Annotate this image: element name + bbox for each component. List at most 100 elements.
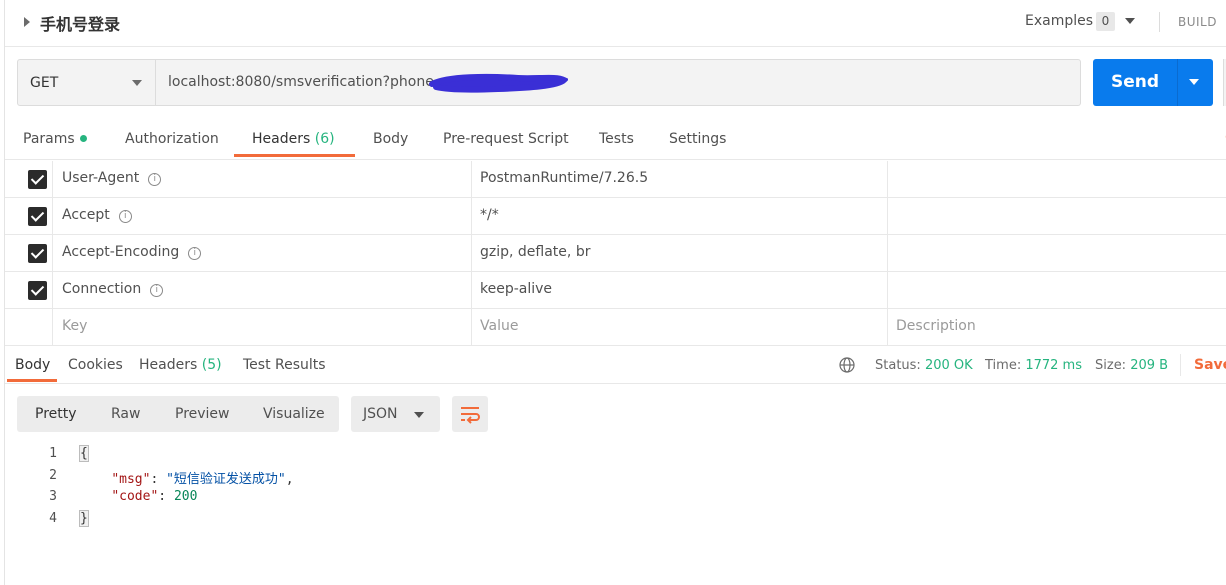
examples-dropdown-icon[interactable]: [1125, 18, 1135, 24]
json-separator: :: [150, 471, 167, 487]
chevron-down-icon: [132, 80, 142, 86]
checkbox-cell: [5, 198, 53, 235]
send-button[interactable]: Send: [1093, 59, 1213, 106]
info-icon[interactable]: i: [148, 173, 162, 186]
header-key[interactable]: Connection i: [62, 281, 164, 297]
send-dropdown-icon[interactable]: [1189, 79, 1199, 85]
response-tab-headers-label: Headers: [139, 357, 198, 373]
request-tabs: Params Authorization Headers (6) Body Pr…: [5, 120, 1226, 160]
response-tab-test-results[interactable]: Test Results: [243, 357, 326, 373]
size-value: 209 B: [1130, 358, 1169, 373]
view-visualize[interactable]: Visualize: [263, 406, 325, 422]
header-value[interactable]: gzip, deflate, br: [480, 244, 590, 260]
size-indicator[interactable]: Size: 209 B: [1095, 358, 1168, 373]
divider: [471, 272, 472, 309]
table-row: Connection i keep-alive: [5, 272, 1226, 309]
info-icon[interactable]: i: [188, 247, 202, 260]
code-text: }: [79, 509, 89, 527]
header-checkbox[interactable]: [28, 244, 47, 263]
response-tab-cookies[interactable]: Cookies: [68, 357, 123, 373]
tab-settings[interactable]: Settings: [669, 131, 726, 147]
tab-headers-label: Headers: [252, 131, 311, 147]
chevron-down-icon: [414, 412, 424, 418]
tab-prerequest-script[interactable]: Pre-request Script: [443, 131, 569, 147]
header-checkbox[interactable]: [28, 170, 47, 189]
examples-count-badge: 0: [1096, 12, 1115, 31]
header-key[interactable]: User-Agent i: [62, 170, 162, 186]
time-label: Time:: [985, 358, 1022, 373]
divider: [887, 198, 888, 235]
tab-headers-count: (6): [314, 131, 335, 147]
active-tab-indicator: [7, 379, 57, 382]
response-headers-count: (5): [201, 357, 222, 373]
request-name[interactable]: 手机号登录: [40, 11, 120, 35]
examples-button[interactable]: Examples: [1025, 13, 1093, 29]
url-bar: GET localhost:8080/smsverification?phone…: [17, 59, 1081, 106]
close-brace: }: [79, 509, 89, 527]
divider: [1177, 59, 1178, 106]
open-brace: {: [79, 445, 89, 462]
new-value-input[interactable]: Value: [480, 318, 518, 334]
json-string: "短信验证发送成功": [166, 471, 286, 487]
header-key-text: User-Agent: [62, 170, 140, 186]
response-tab-headers[interactable]: Headers (5): [139, 357, 222, 373]
divider: [471, 309, 472, 346]
json-comma: ,: [285, 471, 294, 487]
header-key[interactable]: Accept-Encoding i: [62, 244, 202, 260]
request-title-bar: 手机号登录 Examples 0 BUILD: [5, 0, 1226, 47]
header-key[interactable]: Accept i: [62, 207, 132, 223]
checkbox-cell: [5, 272, 53, 309]
tab-tests[interactable]: Tests: [599, 131, 634, 147]
code-line: 3 "code": 200: [5, 487, 1226, 509]
save-response-button[interactable]: Save: [1194, 357, 1226, 373]
code-text: "code": 200: [80, 489, 197, 504]
code-text: {: [79, 445, 89, 462]
header-checkbox[interactable]: [28, 207, 47, 226]
code-line: 1 {: [5, 444, 1226, 466]
table-row-new: Key Value Description: [5, 309, 1226, 346]
divider: [1159, 12, 1160, 32]
headers-table: User-Agent i PostmanRuntime/7.26.5 Accept…: [5, 161, 1226, 346]
time-indicator[interactable]: Time: 1772 ms: [985, 358, 1082, 373]
tab-params[interactable]: Params: [23, 131, 87, 147]
new-key-input[interactable]: Key: [62, 318, 87, 334]
tab-body[interactable]: Body: [373, 131, 408, 147]
build-button[interactable]: BUILD: [1178, 15, 1217, 29]
checkbox-cell: [5, 309, 53, 346]
json-separator: :: [158, 489, 174, 504]
header-key-text: Accept: [62, 207, 110, 223]
format-select[interactable]: JSON: [351, 396, 440, 432]
expand-caret-icon[interactable]: [24, 17, 30, 27]
response-tab-body[interactable]: Body: [15, 357, 50, 373]
view-preview[interactable]: Preview: [175, 406, 230, 422]
tab-authorization[interactable]: Authorization: [125, 131, 219, 147]
method-select[interactable]: GET: [18, 60, 156, 105]
divider: [887, 309, 888, 346]
new-description-input[interactable]: Description: [896, 318, 976, 334]
wrap-lines-button[interactable]: [452, 396, 488, 432]
table-row: User-Agent i PostmanRuntime/7.26.5: [5, 161, 1226, 198]
url-input[interactable]: localhost:8080/smsverification?phone=: [168, 74, 446, 90]
header-value[interactable]: */*: [480, 207, 499, 223]
response-body-code[interactable]: 1 { 2 "msg": "短信验证发送成功", 3 "code": 200 4…: [5, 444, 1226, 530]
header-value[interactable]: keep-alive: [480, 281, 552, 297]
tab-headers[interactable]: Headers (6): [252, 131, 335, 147]
divider: [887, 272, 888, 309]
globe-icon[interactable]: [839, 357, 855, 373]
checkbox-cell: [5, 161, 53, 198]
header-value[interactable]: PostmanRuntime/7.26.5: [480, 170, 648, 186]
info-icon[interactable]: i: [150, 284, 164, 297]
code-line: 2 "msg": "短信验证发送成功",: [5, 466, 1226, 488]
status-indicator[interactable]: Status: 200 OK: [875, 358, 973, 373]
active-tab-indicator: [234, 154, 355, 157]
info-icon[interactable]: i: [118, 210, 132, 223]
json-key: "code": [111, 489, 159, 504]
view-pretty[interactable]: Pretty: [35, 406, 77, 422]
send-label: Send: [1110, 72, 1160, 92]
params-active-dot: [79, 135, 87, 142]
view-raw[interactable]: Raw: [111, 406, 140, 422]
header-checkbox[interactable]: [28, 281, 47, 300]
line-number: 3: [49, 489, 57, 504]
json-key: "msg": [111, 471, 151, 487]
wrap-lines-icon: [461, 407, 480, 424]
